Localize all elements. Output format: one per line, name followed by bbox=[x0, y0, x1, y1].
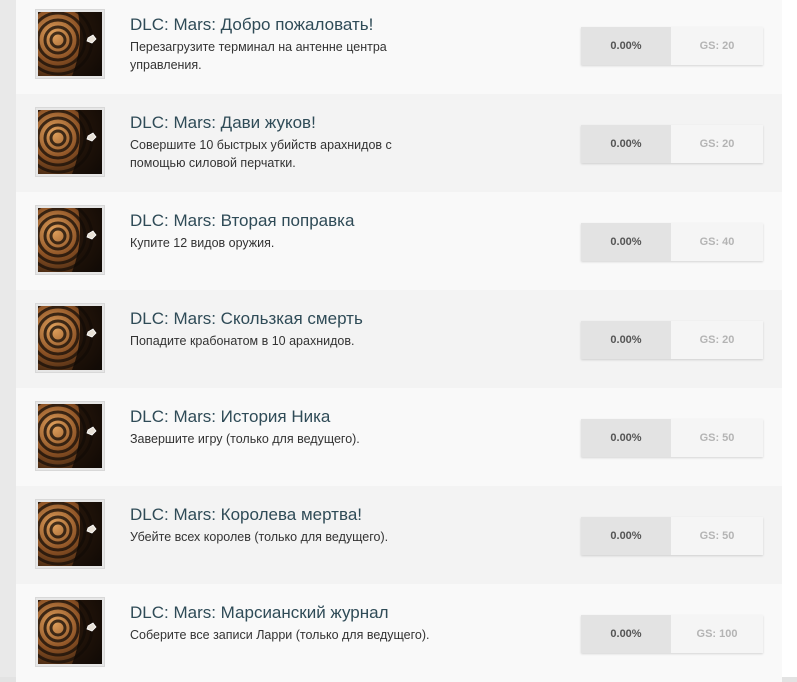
achievement-title[interactable]: DLC: Mars: Вторая поправка bbox=[130, 211, 354, 231]
achievement-row[interactable]: DLC: Mars: Добро пожаловать! Перезагрузи… bbox=[16, 0, 782, 94]
achievement-stats: 0.00% GS: 20 bbox=[581, 321, 763, 359]
gamerscore: GS: 50 bbox=[671, 517, 763, 555]
achievement-description: Попадите крабонатом в 10 арахнидов. bbox=[130, 334, 355, 348]
gamerscore: GS: 20 bbox=[671, 321, 763, 359]
achievement-title[interactable]: DLC: Mars: Королева мертва! bbox=[130, 505, 362, 525]
achievement-row[interactable]: DLC: Mars: Королева мертва! Убейте всех … bbox=[16, 486, 782, 584]
unlock-percent: 0.00% bbox=[581, 517, 671, 555]
achievement-title[interactable]: DLC: Mars: Марсианский журнал bbox=[130, 603, 389, 623]
unlock-percent: 0.00% bbox=[581, 615, 671, 653]
gamerscore: GS: 40 bbox=[671, 223, 763, 261]
achievement-description: Завершите игру (только для ведущего). bbox=[130, 432, 360, 446]
achievement-title[interactable]: DLC: Mars: Добро пожаловать! bbox=[130, 15, 373, 35]
achievement-stats: 0.00% GS: 50 bbox=[581, 517, 763, 555]
unlock-percent: 0.00% bbox=[581, 125, 671, 163]
achievement-row[interactable]: DLC: Mars: История Ника Завершите игру (… bbox=[16, 388, 782, 486]
achievement-list: DLC: Mars: Добро пожаловать! Перезагрузи… bbox=[16, 0, 782, 682]
unlock-percent: 0.00% bbox=[581, 321, 671, 359]
achievement-icon bbox=[36, 10, 104, 78]
achievement-row[interactable]: DLC: Mars: Скользкая смерть Попадите кра… bbox=[16, 290, 782, 388]
achievement-row[interactable]: DLC: Mars: Вторая поправка Купите 12 вид… bbox=[16, 192, 782, 290]
achievement-icon bbox=[36, 108, 104, 176]
achievement-stats: 0.00% GS: 20 bbox=[581, 27, 763, 65]
gamerscore: GS: 50 bbox=[671, 419, 763, 457]
achievement-description: Купите 12 видов оружия. bbox=[130, 236, 275, 250]
achievement-row[interactable]: DLC: Mars: Марсианский журнал Соберите в… bbox=[16, 584, 782, 682]
gamerscore: GS: 20 bbox=[671, 125, 763, 163]
target-artwork-icon bbox=[38, 110, 102, 174]
achievement-description: Соберите все записи Ларри (только для ве… bbox=[130, 628, 430, 642]
unlock-percent: 0.00% bbox=[581, 419, 671, 457]
achievement-stats: 0.00% GS: 40 bbox=[581, 223, 763, 261]
target-artwork-icon bbox=[38, 12, 102, 76]
achievement-description: Убейте всех королев (только для ведущего… bbox=[130, 530, 389, 544]
achievement-icon bbox=[36, 598, 104, 666]
achievement-icon bbox=[36, 402, 104, 470]
achievement-icon bbox=[36, 206, 104, 274]
unlock-percent: 0.00% bbox=[581, 27, 671, 65]
achievement-title[interactable]: DLC: Mars: Скользкая смерть bbox=[130, 309, 363, 329]
target-artwork-icon bbox=[38, 502, 102, 566]
gamerscore: GS: 100 bbox=[671, 615, 763, 653]
achievement-row[interactable]: DLC: Mars: Дави жуков! Совершите 10 быст… bbox=[16, 94, 782, 192]
target-artwork-icon bbox=[38, 306, 102, 370]
achievement-stats: 0.00% GS: 100 bbox=[581, 615, 763, 653]
achievement-stats: 0.00% GS: 50 bbox=[581, 419, 763, 457]
target-artwork-icon bbox=[38, 600, 102, 664]
achievement-icon bbox=[36, 304, 104, 372]
achievement-icon bbox=[36, 500, 104, 568]
unlock-percent: 0.00% bbox=[581, 223, 671, 261]
gamerscore: GS: 20 bbox=[671, 27, 763, 65]
left-sidebar-strip bbox=[0, 0, 16, 677]
achievement-description: Перезагрузите терминал на антенне центра… bbox=[130, 40, 387, 72]
achievement-stats: 0.00% GS: 20 bbox=[581, 125, 763, 163]
achievement-title[interactable]: DLC: Mars: Дави жуков! bbox=[130, 113, 316, 133]
achievement-description: Совершите 10 быстрых убийств арахнидов с… bbox=[130, 138, 392, 170]
target-artwork-icon bbox=[38, 404, 102, 468]
target-artwork-icon bbox=[38, 208, 102, 272]
achievement-title[interactable]: DLC: Mars: История Ника bbox=[130, 407, 330, 427]
